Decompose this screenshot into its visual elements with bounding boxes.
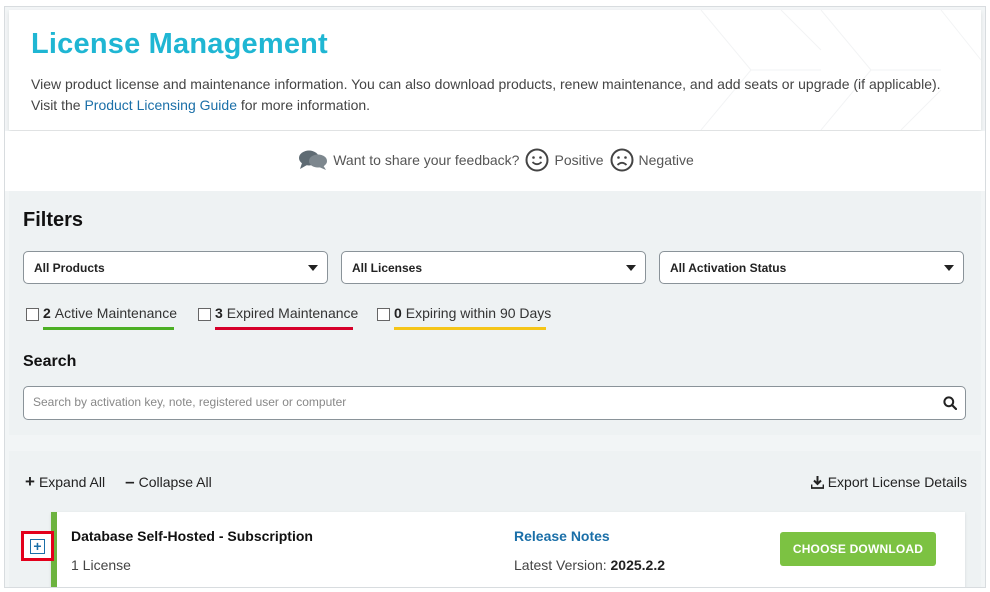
plus-square-icon: + <box>30 538 45 554</box>
expiring-underline <box>394 327 546 330</box>
list-toolbar: + Expand All – Collapse All <box>25 472 232 491</box>
collapse-all-button[interactable]: – Collapse All <box>125 472 212 491</box>
search-input[interactable] <box>33 395 913 409</box>
feedback-prompt: Want to share your feedback? <box>298 149 519 171</box>
header-card: License Management View product license … <box>9 10 981 130</box>
feedback-prompt-text: Want to share your feedback? <box>333 152 520 168</box>
expired-maintenance-filter[interactable]: 3 Expired Maintenance <box>198 305 359 330</box>
negative-label: Negative <box>638 152 694 168</box>
search-title: Search <box>23 353 77 370</box>
filters-title: Filters <box>23 209 84 231</box>
plus-icon: + <box>25 472 35 491</box>
feedback-row: Want to share your feedback? Positive Ne… <box>5 145 985 175</box>
collapse-all-label: Collapse All <box>138 474 212 490</box>
frown-icon <box>610 148 634 172</box>
licenses-select-value: All Licenses <box>352 261 423 275</box>
export-license-details-button[interactable]: Export License Details <box>810 474 967 490</box>
expiring-count: 0 <box>394 305 402 321</box>
chevron-down-icon <box>944 265 954 271</box>
export-label: Export License Details <box>827 474 967 490</box>
latest-version-label: Latest Version: <box>514 557 607 573</box>
negative-feedback-button[interactable]: Negative <box>610 148 694 172</box>
product-licensing-guide-link[interactable]: Product Licensing Guide <box>84 97 237 113</box>
products-select-value: All Products <box>34 261 105 275</box>
expiring-checkbox[interactable] <box>377 307 390 321</box>
filters-panel: Filters All Products All Licenses All Ac… <box>9 191 981 435</box>
expiring-filter[interactable]: 0 Expiring within 90 Days <box>377 305 552 330</box>
product-name: Database Self-Hosted - Subscription <box>71 528 313 544</box>
license-list-panel: + Expand All – Collapse All Export Licen… <box>9 451 981 587</box>
chevron-down-icon <box>308 265 318 271</box>
search-icon[interactable] <box>943 396 957 410</box>
license-count: 1 License <box>71 557 131 573</box>
active-label: Active Maintenance <box>54 305 177 321</box>
activation-status-select[interactable]: All Activation Status <box>659 251 964 284</box>
expand-all-label: Expand All <box>38 474 106 490</box>
expiring-label: Expiring within 90 Days <box>405 305 552 321</box>
expand-row-button[interactable]: + <box>21 531 54 561</box>
release-notes-link[interactable]: Release Notes <box>514 528 610 544</box>
page-description: View product license and maintenance inf… <box>31 74 961 116</box>
active-maintenance-filter[interactable]: 2 Active Maintenance <box>26 305 177 330</box>
minus-icon: – <box>125 472 135 491</box>
expired-count: 3 <box>215 305 223 321</box>
activation-select-value: All Activation Status <box>670 261 787 275</box>
choose-download-button[interactable]: CHOOSE DOWNLOAD <box>780 532 936 566</box>
active-underline <box>43 327 174 330</box>
positive-feedback-button[interactable]: Positive <box>525 148 604 172</box>
description-text-end: for more information. <box>236 97 371 113</box>
active-count: 2 <box>43 305 51 321</box>
chevron-down-icon <box>626 265 636 271</box>
products-select[interactable]: All Products <box>23 251 328 284</box>
latest-version-value: 2025.2.2 <box>610 557 666 573</box>
expand-all-button[interactable]: + Expand All <box>25 472 106 491</box>
positive-label: Positive <box>554 152 604 168</box>
latest-version: Latest Version: 2025.2.2 <box>514 557 665 573</box>
active-maintenance-checkbox[interactable] <box>26 307 39 321</box>
licenses-select[interactable]: All Licenses <box>341 251 646 284</box>
page-frame: License Management View product license … <box>4 6 986 588</box>
expired-label: Expired Maintenance <box>226 305 359 321</box>
expired-maintenance-checkbox[interactable] <box>198 307 211 321</box>
chat-bubbles-icon <box>299 150 328 170</box>
download-icon <box>810 475 824 489</box>
expired-underline <box>215 327 353 330</box>
license-row: Database Self-Hosted - Subscription 1 Li… <box>51 512 965 587</box>
smile-icon <box>525 148 549 172</box>
page-title: License Management <box>31 28 328 60</box>
search-box <box>23 386 966 420</box>
